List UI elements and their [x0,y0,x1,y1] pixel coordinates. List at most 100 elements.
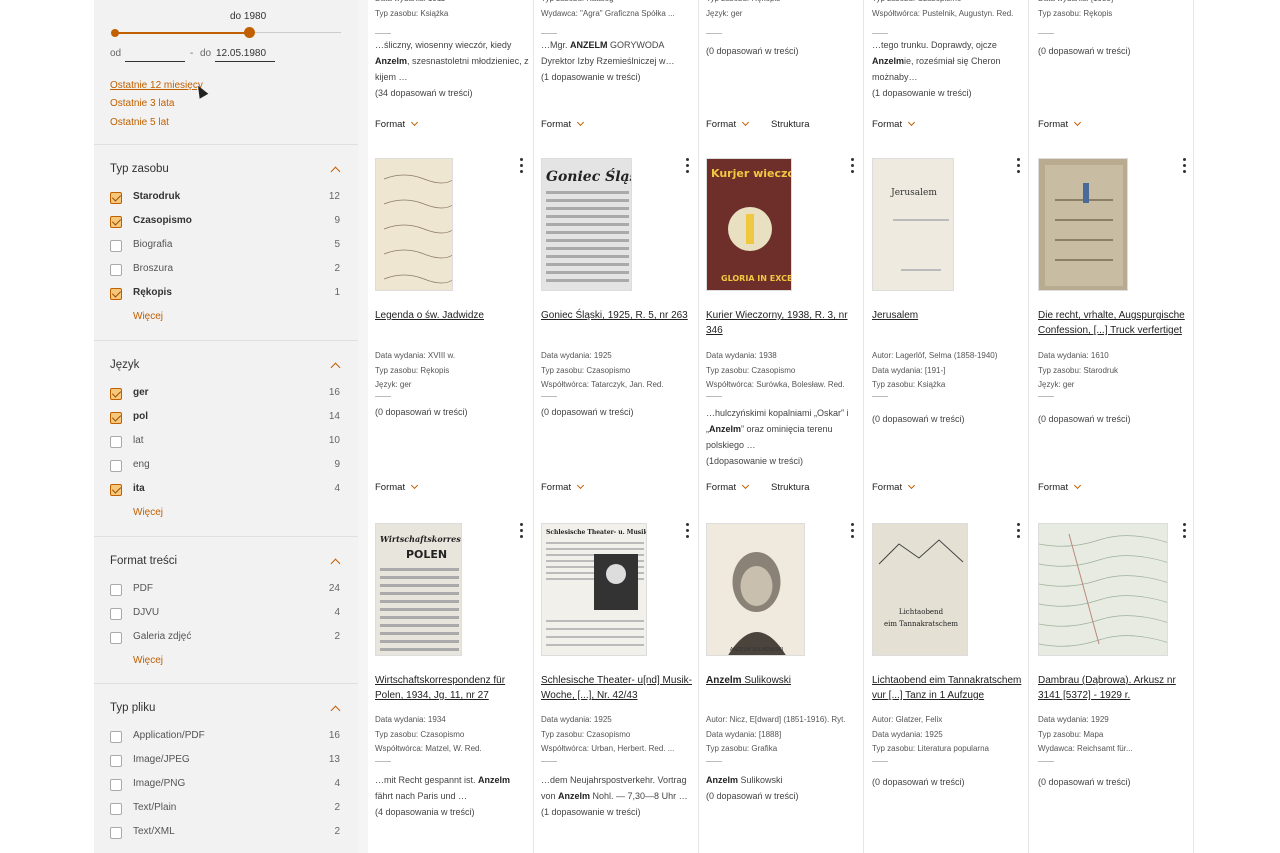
checkbox[interactable] [110,460,122,472]
checkbox[interactable] [110,436,122,448]
checkbox[interactable] [110,288,122,300]
format-dropdown[interactable]: Format [872,481,916,493]
result-title-link[interactable]: Schlesische Theater- u[nd] Musik-Woche, … [541,673,693,703]
more-options-icon[interactable] [1181,523,1187,539]
facet-option[interactable]: PDF 24 [110,582,342,598]
format-dropdown[interactable]: Format [541,481,585,493]
facet-option[interactable]: Image/JPEG 13 [110,753,342,769]
facet-title[interactable]: Typ pliku [110,702,155,714]
result-thumbnail[interactable]: Goniec Śląski [541,158,632,291]
quick-link-12-months[interactable]: Ostatnie 12 miesięcy [110,80,203,91]
result-thumbnail[interactable] [375,158,453,291]
quick-link-3-years[interactable]: Ostatnie 3 lata [110,98,174,109]
checkbox[interactable] [110,264,122,276]
facet-title[interactable]: Format treści [110,555,177,567]
format-dropdown[interactable]: Format [541,118,585,130]
checkbox[interactable] [110,240,122,252]
result-title-link[interactable]: Wirtschaftskorrespondenz für Polen, 1934… [375,673,527,703]
format-dropdown[interactable]: Format [375,481,419,493]
facet-option[interactable]: ger 16 [110,386,342,402]
format-dropdown[interactable]: Format [1038,118,1082,130]
dot [1183,523,1186,526]
checkbox[interactable] [110,803,122,815]
result-thumbnail[interactable]: Jerusalem [872,158,954,291]
date-to-input[interactable] [215,46,275,62]
more-link[interactable]: Więcej [133,311,163,322]
format-dropdown[interactable]: Format [375,118,419,130]
facet-title[interactable]: Język [110,359,139,371]
quick-link-5-years[interactable]: Ostatnie 5 lat [110,117,169,128]
structure-link[interactable]: Struktura [771,482,810,493]
facet-option[interactable]: Text/XML 2 [110,825,342,841]
facet-option[interactable]: Czasopismo 9 [110,214,342,230]
result-title-link[interactable]: Dambrau (Dąbrowa). Arkusz nr 3141 [5372]… [1038,673,1190,703]
more-link[interactable]: Więcej [133,655,163,666]
more-options-icon[interactable] [849,158,855,174]
checkbox[interactable] [110,192,122,204]
facet-option[interactable]: Biografia 5 [110,238,342,254]
more-link[interactable]: Więcej [133,507,163,518]
checkbox[interactable] [110,608,122,620]
checkbox[interactable] [110,412,122,424]
checkbox[interactable] [110,632,122,644]
facet-option[interactable]: Application/PDF 16 [110,729,342,745]
result-thumbnail[interactable] [1038,523,1168,656]
checkbox[interactable] [110,755,122,767]
more-options-icon[interactable] [684,523,690,539]
checkbox[interactable] [110,388,122,400]
result-title-link[interactable]: Kurier Wieczorny, 1938, R. 3, nr 346 [706,308,858,338]
result-thumbnail[interactable]: Wirtschaftskorrespondenz POLEN [375,523,462,656]
separator-dash [541,761,557,762]
checkbox[interactable] [110,827,122,839]
facet-option[interactable]: lat 10 [110,434,342,450]
facet-option[interactable]: Galeria zdjęć 2 [110,630,342,646]
facet-title[interactable]: Typ zasobu [110,163,169,175]
chevron-down-icon [577,118,585,127]
format-dropdown[interactable]: Format [872,118,916,130]
metadata-line: Język: ger [706,8,743,18]
more-options-icon[interactable] [1181,158,1187,174]
checkbox[interactable] [110,216,122,228]
format-dropdown[interactable]: Format [1038,481,1082,493]
result-thumbnail[interactable]: Schlesische Theater- u. Musik-Woche [541,523,647,656]
facet-option[interactable]: Text/Plain 2 [110,801,342,817]
result-thumbnail[interactable]: Kurjer wieczorny GLORIA IN EXCELSIS DEO [706,158,792,291]
checkbox[interactable] [110,484,122,496]
result-title-link[interactable]: Die recht, vrhalte, Augspurgische Confes… [1038,308,1190,338]
more-options-icon[interactable] [518,158,524,174]
more-options-icon[interactable] [849,523,855,539]
more-options-icon[interactable] [518,523,524,539]
format-dropdown[interactable]: Format [706,481,750,493]
result-card: Jerusalem Jerusalem Autor: Lagerlöf, Selma… [865,158,1031,496]
highlighted-match: Anzelm [706,675,742,686]
result-thumbnail[interactable]: Lichtaobend eim Tannakratschem [872,523,968,656]
more-options-icon[interactable] [1015,523,1021,539]
highlighted-match: Anzelm [558,791,591,801]
result-title-link[interactable]: Lichtaobend eim Tannakratschem vur [...]… [872,673,1024,703]
result-thumbnail[interactable]: ANZELM SULIKOWSKI [706,523,805,656]
facet-option[interactable]: ita 4 [110,482,342,498]
date-slider-max-handle[interactable] [244,27,255,38]
date-slider-min-handle[interactable] [111,29,119,37]
more-options-icon[interactable] [1015,158,1021,174]
structure-link[interactable]: Struktura [771,119,810,130]
facet-option[interactable]: eng 9 [110,458,342,474]
facet-option[interactable]: Broszura 2 [110,262,342,278]
facet-option[interactable]: DJVU 4 [110,606,342,622]
result-title-link[interactable]: Legenda o św. Jadwidze [375,308,527,323]
checkbox[interactable] [110,779,122,791]
checkbox[interactable] [110,584,122,596]
result-title-link[interactable]: Goniec Śląski, 1925, R. 5, nr 263 [541,308,693,323]
checkbox[interactable] [110,731,122,743]
dot [851,529,854,532]
result-thumbnail[interactable] [1038,158,1128,291]
result-title-link[interactable]: Jerusalem [872,308,1024,323]
date-from-input[interactable] [125,46,185,62]
facet-option[interactable]: pol 14 [110,410,342,426]
facet-option[interactable]: Image/PNG 4 [110,777,342,793]
facet-option[interactable]: Starodruk 12 [110,190,342,206]
format-dropdown[interactable]: Format [706,118,750,130]
more-options-icon[interactable] [684,158,690,174]
result-title-link[interactable]: Anzelm Sulikowski [706,673,858,688]
facet-option[interactable]: Rękopis 1 [110,286,342,302]
